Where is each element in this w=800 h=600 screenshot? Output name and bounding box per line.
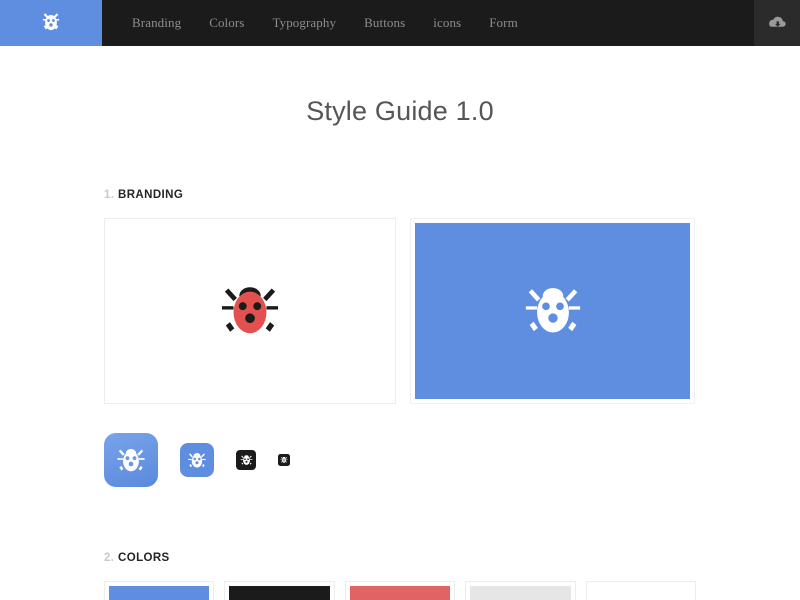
swatch-fill bbox=[591, 586, 691, 600]
nav-links: Branding Colors Typography Buttons icons… bbox=[102, 0, 754, 46]
swatch-fill bbox=[350, 586, 450, 600]
logo-blue-card[interactable] bbox=[410, 218, 695, 404]
nav-link-form[interactable]: Form bbox=[489, 15, 518, 31]
nav-link-colors[interactable]: Colors bbox=[209, 15, 244, 31]
section-number: 2. bbox=[104, 552, 114, 564]
swatch-white[interactable] bbox=[586, 581, 696, 600]
app-icon-20[interactable] bbox=[236, 450, 256, 470]
download-button[interactable] bbox=[754, 0, 800, 46]
section-number: 1. bbox=[104, 189, 114, 201]
app-icons-row bbox=[104, 430, 696, 490]
swatch-fill bbox=[470, 586, 570, 600]
main-content: 1. BRANDING bbox=[0, 189, 800, 600]
cloud-download-icon bbox=[767, 15, 787, 31]
top-navbar: Branding Colors Typography Buttons icons… bbox=[0, 0, 800, 46]
logo-light-card[interactable] bbox=[104, 218, 396, 404]
app-icon-54[interactable] bbox=[104, 433, 158, 487]
swatch-red[interactable] bbox=[345, 581, 455, 600]
bug-white-icon bbox=[187, 451, 207, 470]
swatch-gray[interactable] bbox=[465, 581, 575, 600]
nav-link-typography[interactable]: Typography bbox=[272, 15, 336, 31]
section-header-colors: 2. COLORS bbox=[104, 552, 696, 564]
bug-white-icon bbox=[116, 446, 146, 475]
nav-link-buttons[interactable]: Buttons bbox=[364, 15, 405, 31]
app-icon-34[interactable] bbox=[180, 443, 214, 477]
nav-link-branding[interactable]: Branding bbox=[132, 15, 181, 31]
section-title: COLORS bbox=[118, 552, 170, 564]
swatch-fill bbox=[109, 586, 209, 600]
page-title: Style Guide 1.0 bbox=[0, 96, 800, 127]
nav-link-icons[interactable]: icons bbox=[433, 15, 461, 31]
blue-fill bbox=[415, 223, 690, 399]
bug-white-icon bbox=[240, 454, 253, 467]
bug-white-icon bbox=[280, 456, 288, 464]
swatch-blue[interactable] bbox=[104, 581, 214, 600]
section-title: BRANDING bbox=[118, 189, 183, 201]
swatch-black[interactable] bbox=[224, 581, 334, 600]
bug-icon bbox=[38, 10, 64, 36]
app-icon-12[interactable] bbox=[278, 454, 290, 466]
logo-button[interactable] bbox=[0, 0, 102, 46]
bug-white-icon bbox=[523, 282, 583, 340]
branding-cards-row bbox=[104, 218, 696, 404]
swatch-fill bbox=[229, 586, 329, 600]
section-header-branding: 1. BRANDING bbox=[104, 189, 696, 201]
ladybug-color-icon bbox=[219, 281, 281, 341]
color-swatch-row bbox=[104, 581, 696, 600]
